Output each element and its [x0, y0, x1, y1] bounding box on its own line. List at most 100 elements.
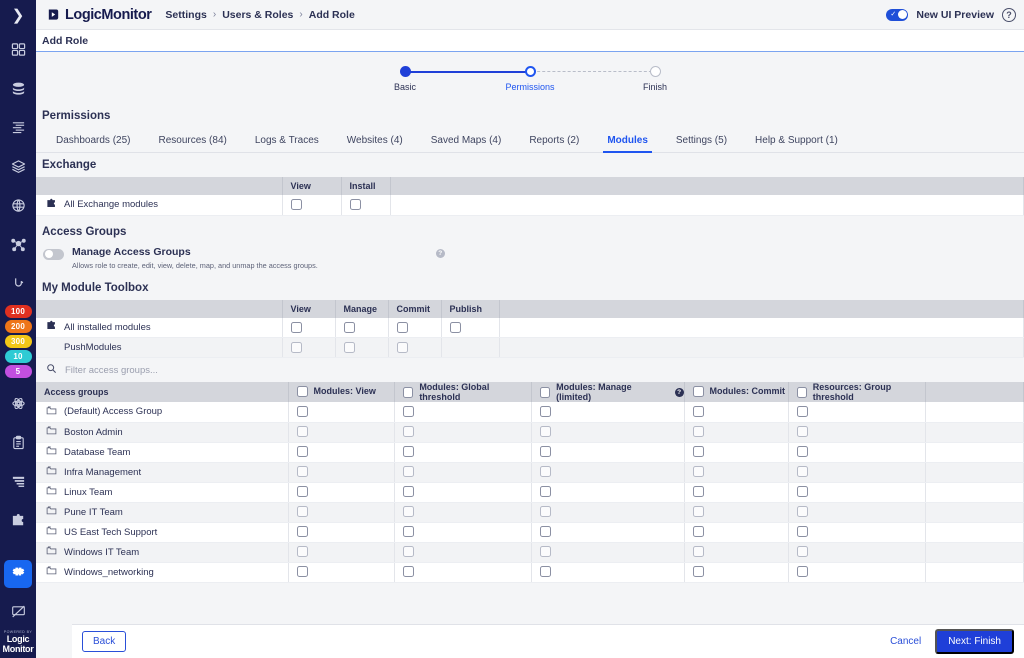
checkbox[interactable] [297, 566, 308, 577]
help-icon[interactable]: ? [675, 388, 684, 397]
checkbox[interactable] [291, 322, 302, 333]
checkbox[interactable] [403, 566, 414, 577]
help-icon[interactable]: ? [1002, 8, 1016, 22]
tab-reports[interactable]: Reports (2) [515, 136, 593, 152]
checkbox[interactable] [693, 426, 704, 437]
checkbox[interactable] [297, 466, 308, 477]
tab-help-support[interactable]: Help & Support (1) [741, 136, 852, 152]
sidebar-item-resources[interactable] [0, 69, 36, 108]
checkbox[interactable] [397, 322, 408, 333]
select-all-checkbox[interactable] [693, 386, 704, 397]
checkbox[interactable] [350, 199, 361, 210]
checkbox[interactable] [297, 546, 308, 557]
checkbox[interactable] [403, 446, 414, 457]
checkbox[interactable] [693, 486, 704, 497]
tab-modules[interactable]: Modules [593, 136, 662, 152]
checkbox[interactable] [403, 546, 414, 557]
cancel-button[interactable]: Cancel [890, 636, 921, 647]
app-logo[interactable]: LogicMonitor [46, 7, 151, 23]
checkbox[interactable] [403, 506, 414, 517]
sidebar-item-settings[interactable] [4, 560, 32, 588]
alert-badge[interactable]: 5 [5, 365, 32, 378]
breadcrumb-item-settings[interactable]: Settings [165, 9, 206, 21]
checkbox[interactable] [797, 406, 808, 417]
checkbox[interactable] [344, 322, 355, 333]
checkbox[interactable] [540, 406, 551, 417]
checkbox[interactable] [540, 566, 551, 577]
alert-badge[interactable]: 10 [5, 350, 32, 363]
checkbox[interactable] [797, 446, 808, 457]
checkbox[interactable] [797, 426, 808, 437]
step-finish[interactable]: Finish [625, 66, 685, 92]
new-ui-preview-toggle[interactable]: ✓ [886, 9, 908, 21]
checkbox[interactable] [693, 526, 704, 537]
sidebar-item-topology[interactable] [0, 225, 36, 264]
select-all-checkbox[interactable] [297, 386, 308, 397]
sidebar-item-stack[interactable] [0, 147, 36, 186]
sidebar-item-reports[interactable] [0, 423, 36, 462]
sidebar-item-kubernetes[interactable] [0, 384, 36, 423]
sidebar-expand-button[interactable]: ❯ [0, 0, 36, 30]
breadcrumb-item-add-role[interactable]: Add Role [309, 9, 355, 21]
checkbox[interactable] [540, 486, 551, 497]
checkbox[interactable] [540, 546, 551, 557]
checkbox[interactable] [397, 342, 408, 353]
checkbox[interactable] [797, 506, 808, 517]
checkbox[interactable] [291, 199, 302, 210]
checkbox[interactable] [693, 406, 704, 417]
checkbox[interactable] [693, 566, 704, 577]
select-all-checkbox[interactable] [403, 387, 414, 398]
checkbox[interactable] [297, 486, 308, 497]
alert-badge[interactable]: 300 [5, 335, 32, 348]
checkbox[interactable] [297, 406, 308, 417]
checkbox[interactable] [291, 342, 302, 353]
filter-access-groups-input[interactable]: Filter access groups... [65, 365, 158, 376]
checkbox[interactable] [403, 426, 414, 437]
sidebar-item-traces[interactable] [0, 462, 36, 501]
tab-websites[interactable]: Websites (4) [333, 136, 417, 152]
checkbox[interactable] [693, 446, 704, 457]
checkbox[interactable] [540, 526, 551, 537]
tab-resources[interactable]: Resources (84) [144, 136, 240, 152]
alert-badge[interactable]: 100 [5, 305, 32, 318]
checkbox[interactable] [450, 322, 461, 333]
checkbox[interactable] [297, 426, 308, 437]
checkbox[interactable] [797, 486, 808, 497]
step-permissions[interactable]: Permissions [500, 66, 560, 92]
checkbox[interactable] [797, 526, 808, 537]
select-all-checkbox[interactable] [797, 387, 807, 398]
checkbox[interactable] [297, 506, 308, 517]
tab-settings[interactable]: Settings (5) [662, 136, 741, 152]
next-finish-button[interactable]: Next: Finish [935, 629, 1014, 654]
checkbox[interactable] [403, 466, 414, 477]
checkbox[interactable] [797, 566, 808, 577]
step-basic[interactable]: Basic [375, 66, 435, 92]
checkbox[interactable] [344, 342, 355, 353]
tab-logs-traces[interactable]: Logs & Traces [241, 136, 333, 152]
checkbox[interactable] [540, 426, 551, 437]
sidebar-item-alerts[interactable] [0, 264, 36, 303]
breadcrumb-item-users-roles[interactable]: Users & Roles [222, 9, 293, 21]
select-all-checkbox[interactable] [540, 387, 551, 398]
checkbox[interactable] [797, 546, 808, 557]
sidebar-item-websites[interactable] [0, 186, 36, 225]
checkbox[interactable] [693, 506, 704, 517]
tab-saved-maps[interactable]: Saved Maps (4) [417, 136, 516, 152]
sidebar-item-dashboards[interactable] [0, 30, 36, 69]
checkbox[interactable] [540, 506, 551, 517]
checkbox[interactable] [797, 466, 808, 477]
manage-access-groups-toggle[interactable] [43, 249, 64, 260]
sidebar-item-exchange[interactable] [0, 501, 36, 540]
back-button[interactable]: Back [82, 631, 126, 652]
checkbox[interactable] [297, 526, 308, 537]
sidebar-item-screen-off[interactable] [0, 592, 36, 631]
checkbox[interactable] [403, 486, 414, 497]
tab-dashboards[interactable]: Dashboards (25) [42, 136, 144, 152]
sidebar-item-logs[interactable] [0, 108, 36, 147]
alert-badge[interactable]: 200 [5, 320, 32, 333]
checkbox[interactable] [403, 406, 414, 417]
checkbox[interactable] [540, 446, 551, 457]
checkbox[interactable] [403, 526, 414, 537]
checkbox[interactable] [693, 466, 704, 477]
help-icon[interactable]: ? [436, 249, 445, 258]
